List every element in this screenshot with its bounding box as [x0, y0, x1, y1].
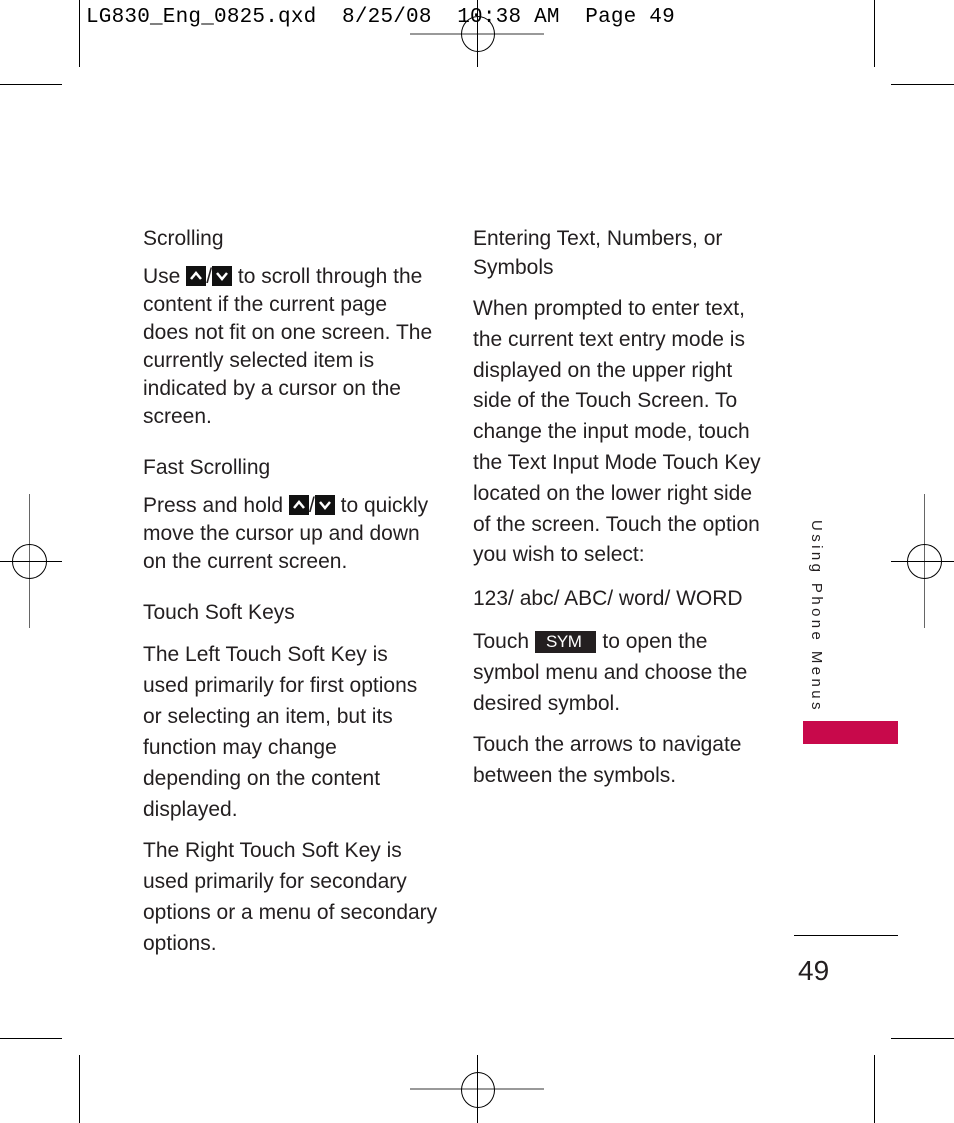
- up-arrow-key-icon: [186, 266, 207, 286]
- page-number-rule: [794, 935, 898, 936]
- right-column: Entering Text, Numbers, or Symbols When …: [473, 224, 768, 791]
- heading-line-2: Symbols: [473, 256, 554, 279]
- crop-mark-top-left-vertical: [79, 0, 80, 67]
- heading-scrolling: Scrolling: [143, 227, 224, 250]
- text: to scroll through the: [232, 265, 423, 288]
- print-slug: LG830_Eng_0825.qxd 8/25/08 10:38 AM Page…: [86, 6, 675, 29]
- section-tab-label: Using Phone Menus: [808, 520, 825, 713]
- text: Press and hold: [143, 494, 289, 517]
- crop-mark-bottom-right-vertical: [874, 1055, 875, 1123]
- crop-mark-bottom-left-vertical: [79, 1055, 80, 1123]
- input-modes-list: 123/ abc/ ABC/ word/ WORD: [473, 587, 743, 611]
- sym-paragraph: Touch SYM to open the symbol menu and choo…: [473, 626, 753, 719]
- down-arrow-key-icon: [314, 495, 335, 515]
- heading-entering-text: Entering Text, Numbers, or Symbols: [473, 224, 768, 282]
- crop-mark-top-left-horizontal: [0, 84, 62, 85]
- heading-touch-soft-keys: Touch Soft Keys: [143, 601, 295, 624]
- text: Use: [143, 265, 187, 288]
- section-tab-marker: [803, 721, 898, 744]
- sym-key-icon: SYM: [535, 631, 597, 654]
- page-number: 49: [798, 955, 830, 986]
- fast-scrolling-paragraph: Press and hold / to quickly move the cur…: [143, 492, 443, 576]
- text: to quickly: [334, 494, 429, 517]
- left-soft-key-paragraph: The Left Touch Soft Key is used primaril…: [143, 643, 418, 821]
- heading-fast-scrolling: Fast Scrolling: [143, 456, 271, 479]
- entering-text-paragraph: When prompted to enter text, the current…: [473, 297, 761, 567]
- crop-mark-bottom-right-horizontal: [891, 1038, 954, 1039]
- text: move the cursor up and down on the curre…: [143, 522, 420, 573]
- right-soft-key-paragraph: The Right Touch Soft Key is used primari…: [143, 839, 438, 955]
- down-arrow-key-icon: [212, 266, 233, 286]
- text: content if the current page does not fit…: [143, 293, 433, 428]
- scrolling-paragraph: Use / to scroll through the content if t…: [143, 263, 443, 431]
- text: Touch: [473, 630, 530, 654]
- up-arrow-key-icon: [288, 495, 309, 515]
- left-column: Scrolling Use / to scroll through the co…: [143, 224, 443, 959]
- crop-mark-top-right-horizontal: [891, 84, 954, 85]
- crop-mark-top-right-vertical: [874, 0, 875, 67]
- arrows-paragraph: Touch the arrows to navigate between the…: [473, 733, 742, 788]
- heading-line-1: Entering Text, Numbers, or: [473, 227, 723, 250]
- crop-mark-bottom-left-horizontal: [0, 1038, 62, 1039]
